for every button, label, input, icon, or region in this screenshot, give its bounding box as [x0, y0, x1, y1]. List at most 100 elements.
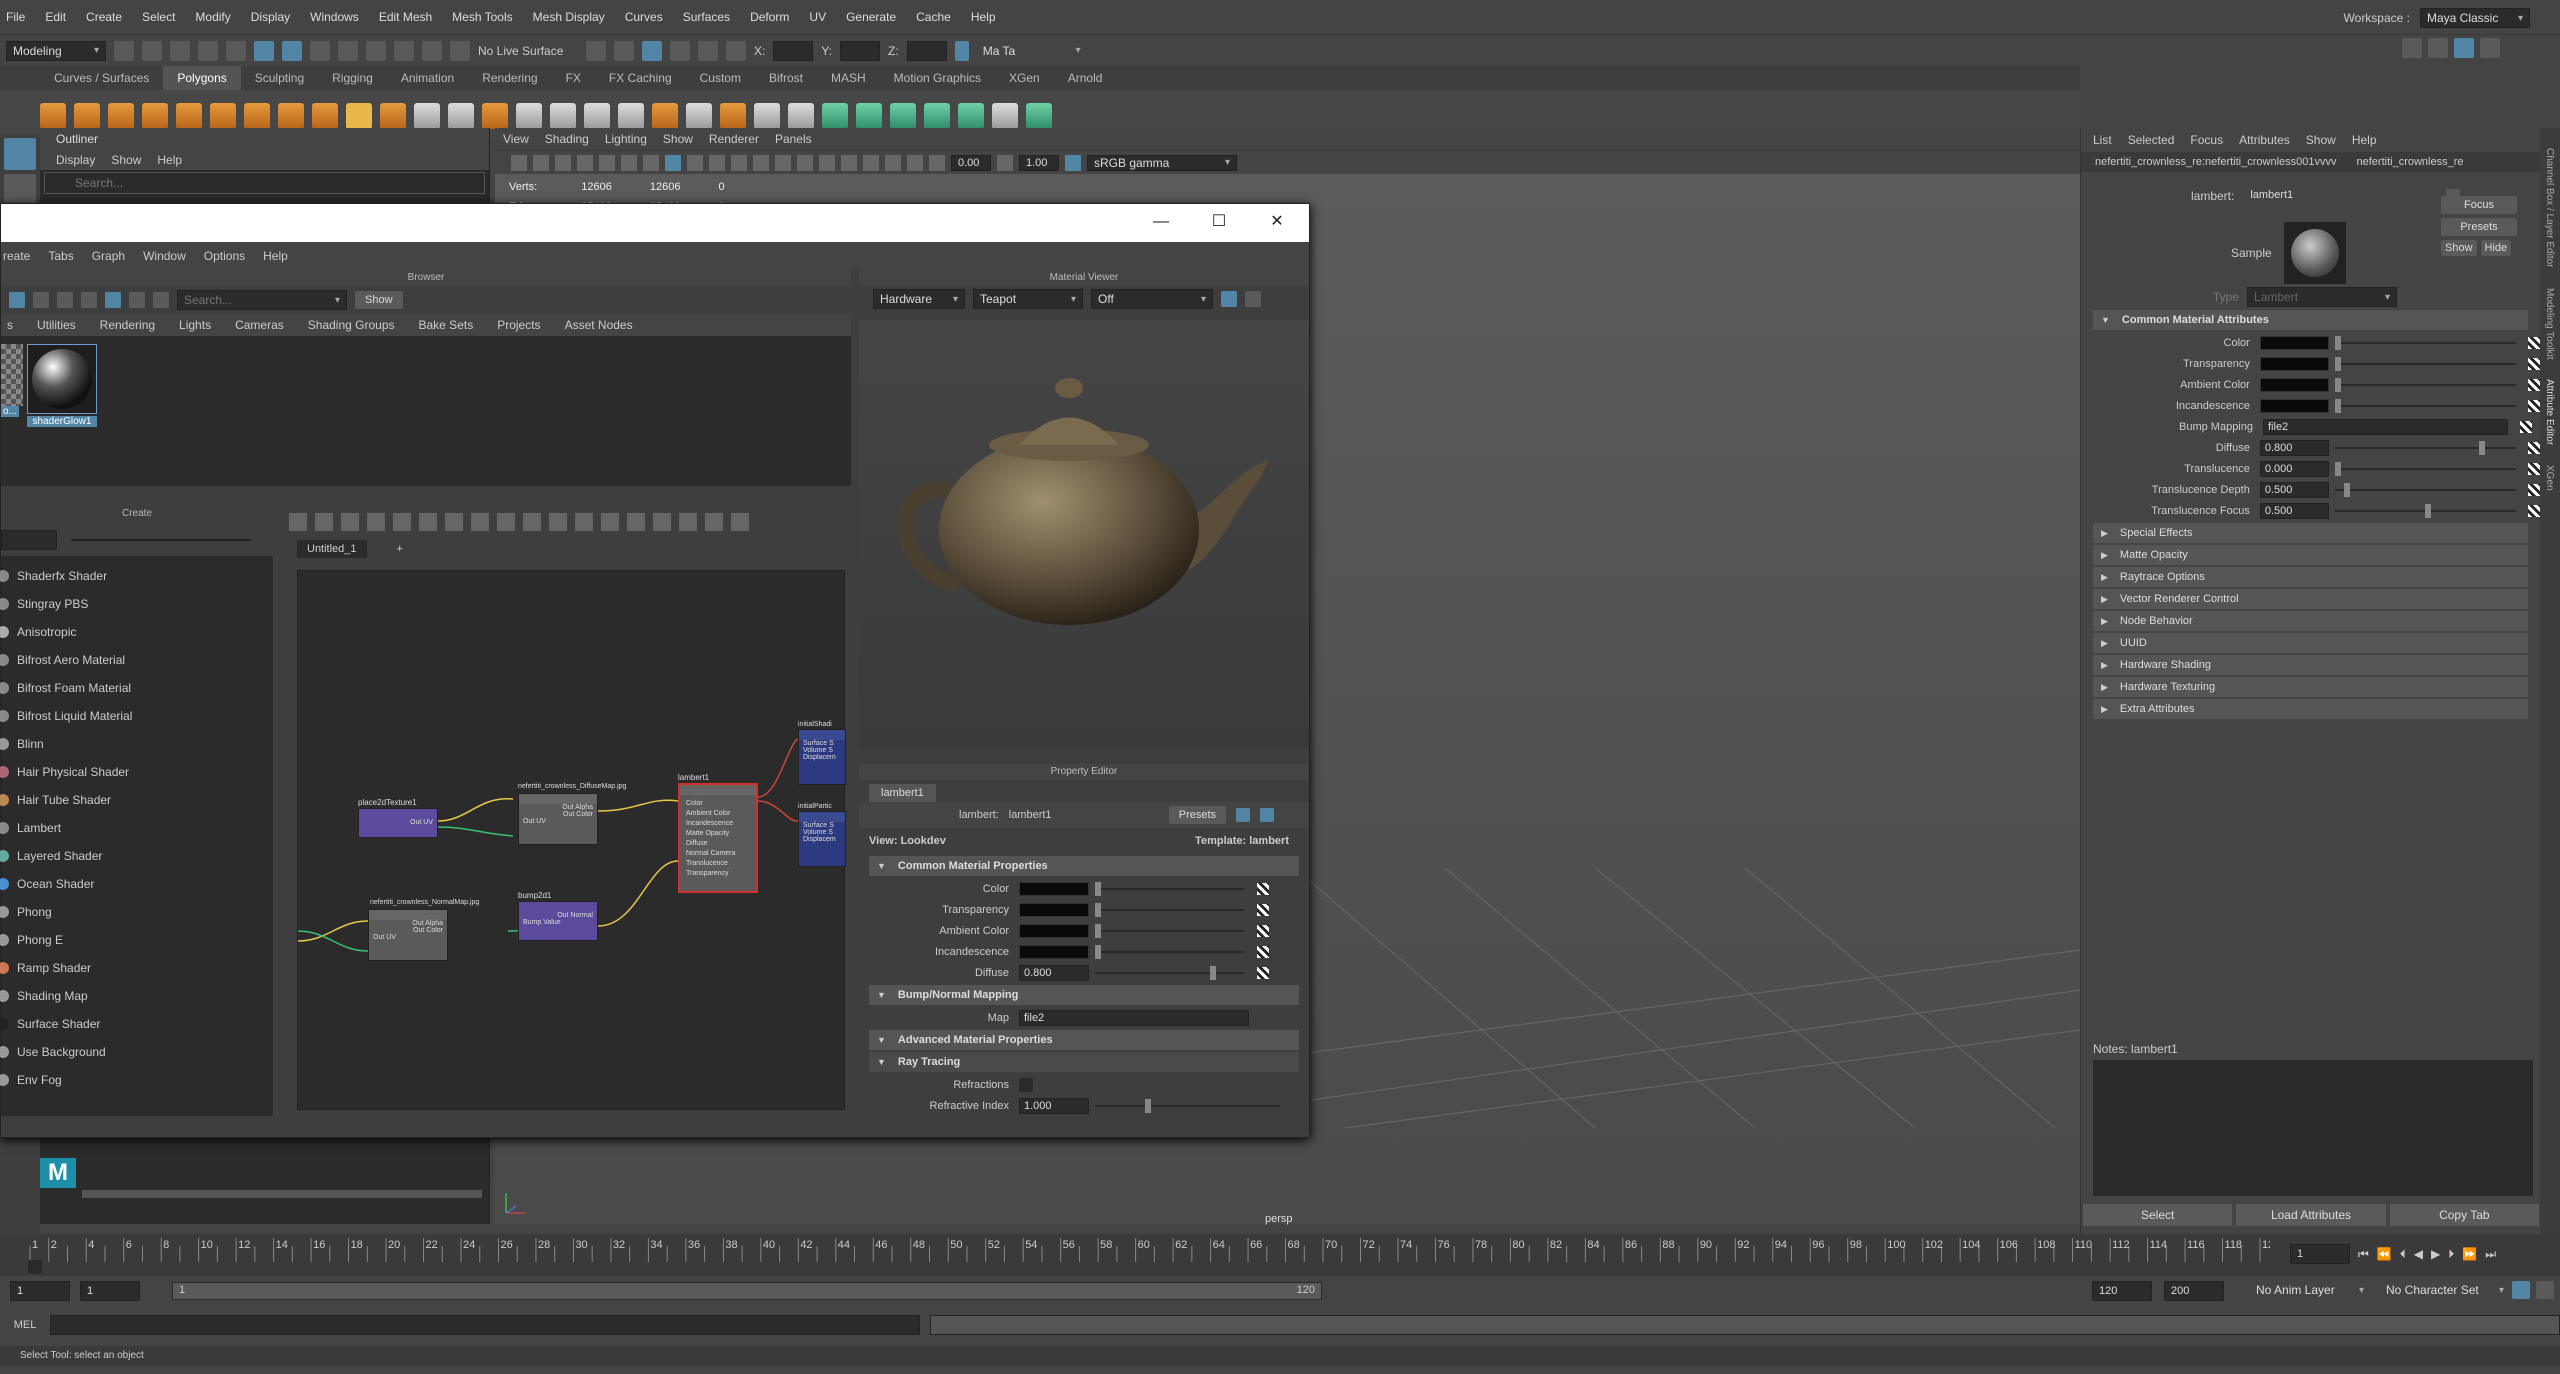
user-dropdown[interactable]: Ma Ta	[976, 41, 1087, 60]
graph-output-icon[interactable]	[315, 513, 333, 531]
multicut-icon[interactable]	[720, 103, 746, 129]
pe-template-value[interactable]: lambert	[1249, 835, 1289, 847]
attr-slider[interactable]	[2334, 377, 2517, 392]
extrude-icon[interactable]	[584, 103, 610, 129]
browser-tab-rendering[interactable]: Rendering	[100, 318, 155, 332]
exposure-field[interactable]: 0.00	[951, 154, 991, 171]
attr-menu-list[interactable]: List	[2093, 133, 2112, 147]
select-button[interactable]: Select	[2083, 1204, 2233, 1226]
pe-common-section[interactable]: ▼ Common Material Properties	[869, 856, 1299, 876]
map-button-icon[interactable]	[2528, 504, 2540, 517]
unfold-icon[interactable]	[1026, 103, 1052, 129]
color-mgmt-icon[interactable]	[1065, 154, 1081, 171]
shelf-tab-fx-caching[interactable]: FX Caching	[595, 71, 686, 85]
icon-size-slider[interactable]	[71, 539, 251, 541]
ssao-icon[interactable]	[797, 154, 813, 171]
map-button-icon[interactable]	[2528, 462, 2540, 475]
attr-section-node-behavior[interactable]: ▶ Node Behavior	[2093, 611, 2528, 631]
attr-number-field[interactable]: 0.500	[2259, 502, 2329, 519]
target-weld-icon[interactable]	[754, 103, 780, 129]
browser-render-icon[interactable]	[153, 292, 169, 308]
save-scene-icon[interactable]	[170, 40, 190, 61]
smooth-icon[interactable]	[482, 103, 508, 129]
shelf-tab-rendering[interactable]: Rendering	[468, 71, 551, 85]
create-list-item[interactable]: Ocean Shader	[0, 870, 273, 898]
pe-map-field[interactable]: file2	[1019, 1009, 1249, 1026]
color-swatch[interactable]	[1019, 944, 1089, 959]
graph-snap-icon[interactable]	[705, 513, 723, 531]
sew-uv-icon[interactable]	[958, 103, 984, 129]
graph-bookmark-icon[interactable]	[731, 513, 749, 531]
viewport-menu-renderer[interactable]: Renderer	[709, 132, 759, 146]
create-list-item[interactable]: Surface Shader	[0, 1010, 273, 1038]
planar-map-icon[interactable]	[822, 103, 848, 129]
new-scene-icon[interactable]	[114, 40, 134, 61]
slider-knob[interactable]	[1095, 902, 1101, 917]
auto-map-icon[interactable]	[856, 103, 882, 129]
z-field[interactable]	[906, 40, 947, 61]
menu-help[interactable]: Help	[971, 10, 996, 24]
lambert1-node[interactable]: Color Ambient Color Incandescence Matte Opa…	[678, 783, 758, 893]
camera-attr-icon[interactable]	[533, 154, 549, 171]
poly-text-icon[interactable]	[346, 103, 372, 129]
color-swatch[interactable]	[2259, 398, 2329, 413]
poly-sphere-icon[interactable]	[40, 103, 66, 129]
graph-search-icon[interactable]	[601, 513, 619, 531]
maximize-icon[interactable]: ☐	[1209, 212, 1229, 232]
live-surface-label[interactable]: No Live Surface	[478, 44, 578, 58]
create-list-item[interactable]: Layered Shader	[0, 842, 273, 870]
graph-layout-icon[interactable]	[419, 513, 437, 531]
menu-modify[interactable]: Modify	[195, 10, 230, 24]
shelf-tab-sculpting[interactable]: Sculpting	[241, 71, 318, 85]
attr-slider[interactable]	[1095, 923, 1245, 938]
anim-prefs-icon[interactable]	[2536, 1281, 2554, 1299]
attr-number-field[interactable]: 0.000	[2259, 460, 2329, 477]
bump-mapping-field[interactable]: file2	[2263, 418, 2508, 435]
browser-tab-asset-nodes[interactable]: Asset Nodes	[565, 318, 633, 332]
initialparticle-node[interactable]: Surface S Volume S Displacem	[798, 811, 846, 867]
outliner-menu-help[interactable]: Help	[157, 153, 182, 167]
graph-grid-icon[interactable]	[679, 513, 697, 531]
mel-label[interactable]: MEL	[0, 1319, 50, 1331]
playback-end-field[interactable]: 120	[2092, 1281, 2152, 1301]
browser-tab-projects[interactable]: Projects	[497, 318, 540, 332]
snap-surface-icon[interactable]	[422, 40, 442, 61]
combine-icon[interactable]	[414, 103, 440, 129]
attr-slider[interactable]	[2334, 335, 2517, 350]
shelf-tab-fx[interactable]: FX	[552, 71, 595, 85]
refr-index-slider[interactable]	[1095, 1098, 1280, 1113]
copy-tab-button[interactable]: Copy Tab	[2389, 1204, 2539, 1226]
create-list-item[interactable]: Env Fog	[0, 1066, 273, 1094]
create-list-item[interactable]: Bifrost Liquid Material	[0, 702, 273, 730]
outliner-menu-display[interactable]: Display	[56, 153, 95, 167]
shelf-tab-arnold[interactable]: Arnold	[1054, 71, 1117, 85]
attr-tab[interactable]: nefertiti_crownless_re	[2357, 156, 2464, 168]
aa-icon[interactable]	[841, 154, 857, 171]
map-button-icon[interactable]	[2528, 399, 2540, 412]
create-list-item[interactable]: Ramp Shader	[0, 954, 273, 982]
browser-tab-shading-groups[interactable]: Shading Groups	[308, 318, 395, 332]
create-list-item[interactable]: Hair Tube Shader	[0, 786, 273, 814]
exposure-icon[interactable]	[929, 154, 945, 171]
select-hierarchy-icon[interactable]	[254, 40, 274, 61]
uv-editor-icon[interactable]	[890, 103, 916, 129]
color-swatch[interactable]	[1019, 902, 1089, 917]
poly-svg-icon[interactable]	[380, 103, 406, 129]
graph-tab-add[interactable]: +	[397, 543, 403, 555]
map-button-icon[interactable]	[2528, 336, 2540, 349]
color-swatch[interactable]	[1019, 923, 1089, 938]
browser-show-button[interactable]: Show	[355, 291, 403, 309]
lights-icon[interactable]	[753, 154, 769, 171]
create-list-item[interactable]: Anisotropic	[0, 618, 273, 646]
create-list-item[interactable]: Bifrost Foam Material	[0, 674, 273, 702]
poly-cone-icon[interactable]	[142, 103, 168, 129]
color-swatch[interactable]	[2259, 335, 2329, 350]
menu-deform[interactable]: Deform	[750, 10, 789, 24]
current-frame-marker[interactable]	[28, 1260, 42, 1274]
outliner-hscrollbar[interactable]	[82, 1190, 482, 1198]
bookmark-icon[interactable]	[555, 154, 571, 171]
graph-swatch-icon[interactable]	[627, 513, 645, 531]
pe-number-field[interactable]: 0.800	[1019, 964, 1089, 981]
menu-file[interactable]: File	[6, 10, 25, 24]
pe-view-label[interactable]: View: Lookdev	[869, 835, 946, 847]
